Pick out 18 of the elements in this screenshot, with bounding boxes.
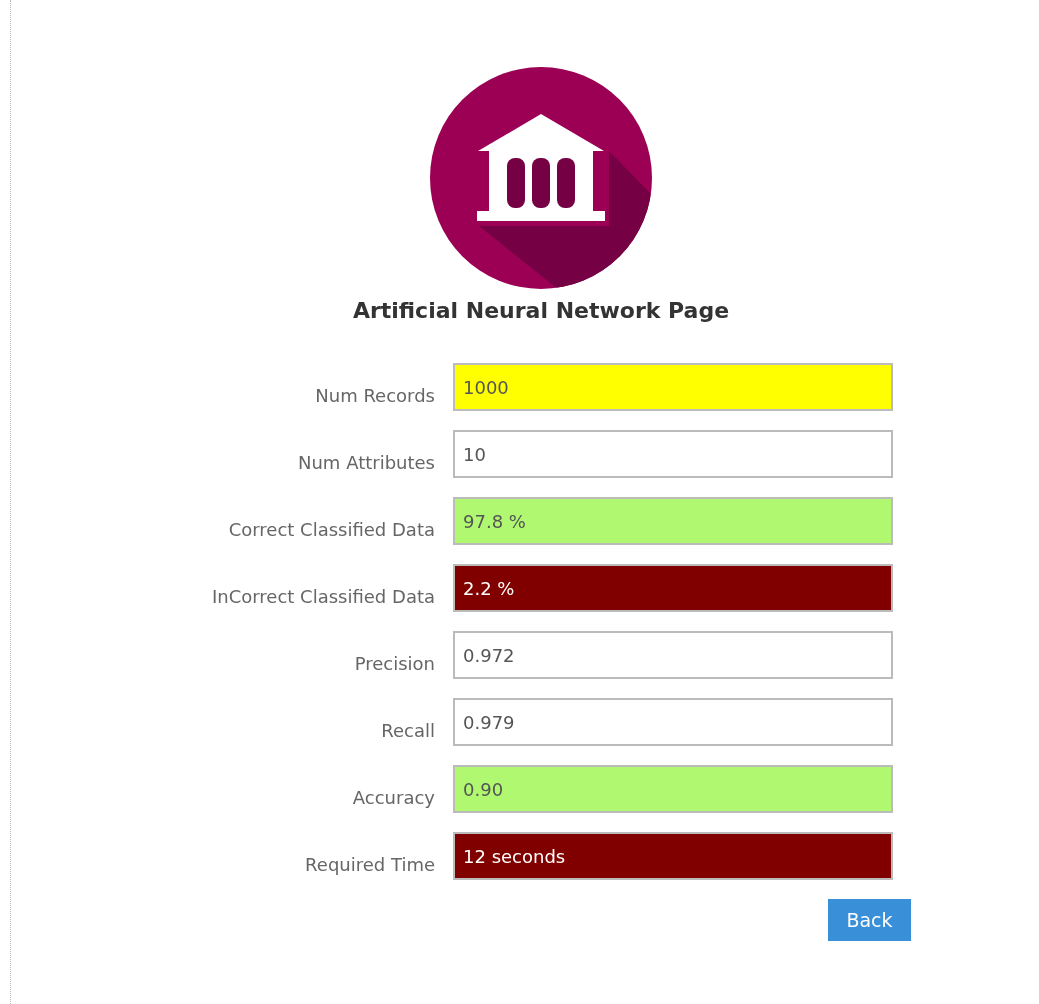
input-field[interactable]: 0.972 [453,631,893,679]
field-label: Correct Classified Data [227,517,436,542]
field-label: Accuracy [351,785,436,810]
field-label: Required Time [304,852,436,877]
page-title: Artificial Neural Network Page [351,297,731,325]
museum-logo-icon [429,66,653,290]
field-label: Precision [353,651,436,676]
input-field[interactable]: 0.90 [453,765,893,813]
input-field[interactable]: 10 [453,430,893,478]
field-label: Num Records [314,383,436,408]
input-field[interactable]: 1000 [453,363,893,411]
input-field[interactable]: 12 seconds [453,832,893,880]
field-label: Num Attributes [297,450,436,475]
input-field[interactable]: 97.8 % [453,497,893,545]
input-field[interactable]: 2.2 % [453,564,893,612]
field-label: InCorrect Classified Data [210,584,436,609]
field-label: Recall [380,718,436,743]
input-field[interactable]: 0.979 [453,698,893,746]
